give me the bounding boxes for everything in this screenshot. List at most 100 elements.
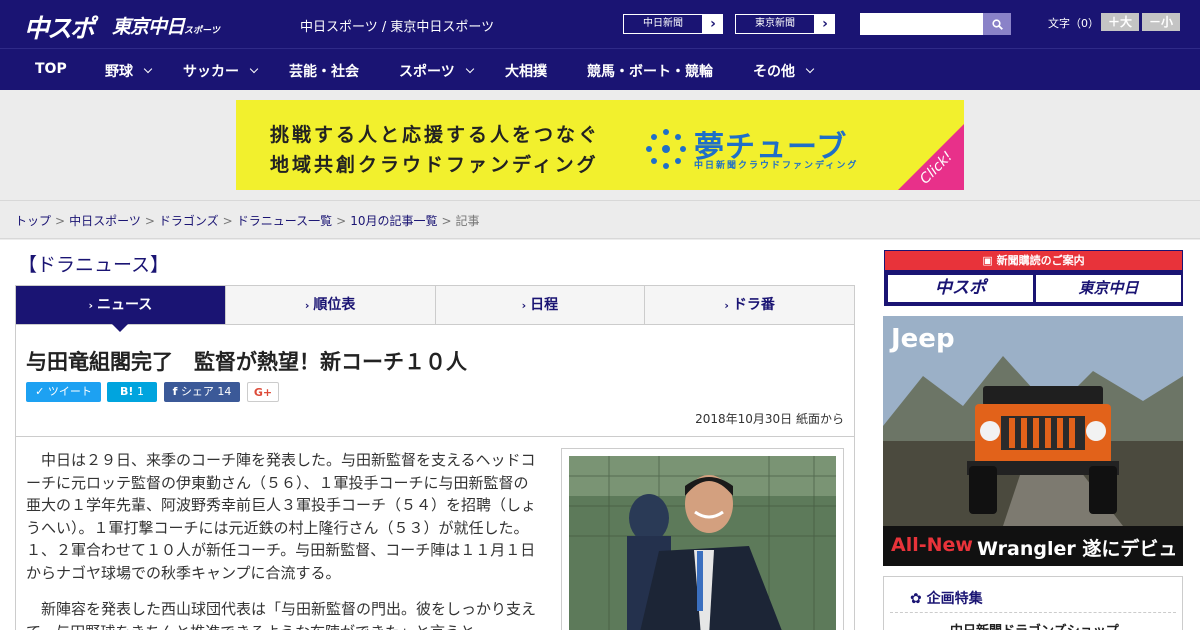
tab-label: 順位表 bbox=[313, 297, 356, 313]
hatena-icon: B! bbox=[120, 385, 134, 398]
jeep-ad-tag-b: Wrangler 遂にデビュー bbox=[977, 538, 1178, 566]
chevron-right-icon: › bbox=[88, 299, 93, 312]
fb-share-label: シェア bbox=[180, 385, 214, 398]
tab-schedule[interactable]: › 日程 bbox=[436, 286, 646, 324]
chevron-down-icon bbox=[465, 64, 474, 74]
google-plus-icon: G+ bbox=[253, 386, 273, 399]
nav-label: その他 bbox=[753, 64, 795, 80]
tab-news[interactable]: › ニュース bbox=[16, 286, 226, 332]
tweet-label: ツイート bbox=[47, 385, 92, 398]
nav-label: TOP bbox=[35, 61, 67, 77]
subscription-heading-label: 新聞購読のご案内 bbox=[996, 254, 1085, 267]
search-icon bbox=[992, 19, 1003, 30]
tokyo-chunichi-logo[interactable]: 東京中日スポーツ bbox=[112, 12, 220, 39]
nav-item-entertainment[interactable]: 芸能・社会 bbox=[289, 61, 359, 81]
jeep-logo: Jeep bbox=[891, 324, 955, 354]
google-plus-button[interactable]: G+ bbox=[247, 382, 279, 402]
tweet-button[interactable]: ✓ ツイート bbox=[26, 382, 101, 402]
site-header: 中スポ 東京中日スポーツ 中日スポーツ / 東京中日スポーツ 中日新聞 › 東京… bbox=[0, 0, 1200, 48]
nav-label: 大相撲 bbox=[505, 64, 547, 80]
breadcrumb: トップ > 中日スポーツ > ドラゴンズ > ドラニュース一覧 >10月の記事一覧 > 記事 bbox=[15, 212, 480, 229]
chevron-down-icon bbox=[249, 64, 259, 74]
breadcrumb-current: 記事 bbox=[455, 214, 480, 228]
nav-item-baseball[interactable]: 野球 bbox=[105, 61, 153, 81]
nav-label: サッカー bbox=[183, 64, 239, 80]
section-tabs: › ニュース › 順位表 › 日程 › ドラ番 bbox=[15, 285, 855, 332]
tab-standings[interactable]: › 順位表 bbox=[226, 286, 436, 324]
ribbon-icon: ✿ bbox=[910, 591, 922, 607]
global-nav: TOP 野球 サッカー 芸能・社会 スポーツ 大相撲 競馬・ボート・競輪 その他 bbox=[0, 48, 1200, 90]
breadcrumb-link-top[interactable]: トップ bbox=[15, 214, 51, 228]
ext-link-label: 東京新聞 bbox=[735, 14, 815, 34]
chevron-right-icon: › bbox=[521, 299, 527, 312]
ext-link-label: 中日新聞 bbox=[623, 14, 703, 34]
nav-item-sports[interactable]: スポーツ bbox=[399, 61, 474, 81]
article-title: 与田竜組閣完了 監督が熱望！新コーチ１０人 bbox=[26, 350, 467, 374]
jeep-ad[interactable]: Jeep All-New Wrangler 遂にデビュー bbox=[883, 316, 1183, 566]
crowdfunding-banner-ad[interactable]: 挑戦する人と応援する人をつなぐ 地域共創クラウドファンディング 夢チューブ 中日… bbox=[236, 100, 964, 190]
subscription-heading: ▣ 新聞購読のご案内 bbox=[885, 251, 1182, 270]
nav-label: 競馬・ボート・競輪 bbox=[587, 64, 713, 80]
chuspo-logo[interactable]: 中スポ bbox=[24, 9, 95, 45]
breadcrumb-separator: > bbox=[222, 214, 233, 228]
article-paragraph: 中日は２９日、来季のコーチ陣を発表した。与田新監督を支えるヘッドコーチに元ロッテ… bbox=[26, 451, 537, 582]
font-decrease-button[interactable]: －小 bbox=[1142, 13, 1180, 31]
chevron-right-icon: › bbox=[822, 16, 828, 32]
twitter-icon: ✓ bbox=[35, 385, 45, 398]
feature-title: ✿ 企画特集 bbox=[910, 588, 983, 608]
chunichi-shimbun-link[interactable]: 中日新聞 › bbox=[622, 13, 724, 35]
nav-item-soccer[interactable]: サッカー bbox=[183, 61, 259, 81]
search-button[interactable] bbox=[983, 13, 1011, 35]
article-date: 2018年10月30日 紙面から bbox=[695, 412, 844, 426]
search-input[interactable] bbox=[860, 13, 983, 35]
tab-reporters[interactable]: › ドラ番 bbox=[645, 286, 854, 324]
nav-item-sumo[interactable]: 大相撲 bbox=[505, 61, 547, 81]
breadcrumb-separator: > bbox=[55, 214, 66, 228]
jeep-ad-caption: All-New Wrangler 遂にデビュー bbox=[883, 526, 1183, 566]
tab-label: 日程 bbox=[530, 297, 559, 313]
dots-logo-icon bbox=[646, 129, 686, 169]
banner-line-2: 地域共創クラウドファンディング bbox=[270, 154, 599, 176]
chevron-right-icon: › bbox=[304, 299, 310, 312]
nav-item-top[interactable]: TOP bbox=[35, 61, 67, 77]
breadcrumb-link-chunichi-sports[interactable]: 中日スポーツ bbox=[69, 214, 141, 228]
site-name: 中日スポーツ / 東京中日スポーツ bbox=[300, 20, 495, 35]
breadcrumb-link-news-list[interactable]: ドラニュース一覧 bbox=[237, 214, 332, 228]
jeep-ad-tag-a: All-New bbox=[891, 534, 973, 556]
nav-label: 野球 bbox=[105, 64, 133, 80]
nav-item-keiba[interactable]: 競馬・ボート・競輪 bbox=[587, 61, 713, 81]
facebook-share-button[interactable]: f シェア 14 bbox=[164, 382, 240, 402]
hatena-button[interactable]: B! 1 bbox=[107, 382, 157, 402]
breadcrumb-link-dragons[interactable]: ドラゴンズ bbox=[159, 214, 219, 228]
breadcrumb-link-october[interactable]: 10月の記事一覧 bbox=[350, 214, 437, 228]
feature-item-link[interactable]: 中日新聞ドラゴンズショップ bbox=[950, 620, 1119, 630]
chuspo-subscribe-logo[interactable]: 中スポ bbox=[888, 275, 1033, 302]
font-size-label: 文字（0） bbox=[1048, 17, 1099, 30]
article-photo[interactable] bbox=[569, 456, 836, 630]
breadcrumb-separator: > bbox=[144, 214, 155, 228]
breadcrumb-separator: > bbox=[336, 214, 347, 228]
tab-label: ニュース bbox=[96, 297, 153, 313]
section-title: 【ドラニュース】 bbox=[18, 254, 170, 276]
tokyo-shimbun-link[interactable]: 東京新聞 › bbox=[734, 13, 836, 35]
chevron-right-icon: › bbox=[724, 299, 729, 312]
breadcrumb-bar: トップ > 中日スポーツ > ドラゴンズ > ドラニュース一覧 >10月の記事一覧 > 記事 bbox=[0, 200, 1200, 239]
nav-label: 芸能・社会 bbox=[289, 64, 359, 80]
newspaper-icon: ▣ bbox=[982, 254, 993, 267]
manager-photo-icon bbox=[569, 456, 836, 630]
chevron-right-icon: › bbox=[710, 16, 716, 32]
subscription-box[interactable]: ▣ 新聞購読のご案内 中スポ 東京中日 bbox=[884, 250, 1183, 306]
breadcrumb-separator: > bbox=[441, 214, 452, 228]
chevron-down-icon bbox=[143, 64, 153, 74]
article-paragraph: 新陣容を発表した西山球団代表は「与田新監督の門出。彼をしっかり支えて、与田野球を… bbox=[26, 600, 537, 630]
nav-item-other[interactable]: その他 bbox=[753, 61, 815, 81]
tokyo-logo-sub: スポーツ bbox=[184, 26, 220, 36]
font-increase-button[interactable]: ＋大 bbox=[1101, 13, 1139, 31]
chevron-down-icon bbox=[805, 64, 815, 74]
nav-label: スポーツ bbox=[399, 64, 455, 80]
divider bbox=[890, 612, 1176, 613]
banner-brand-sub: 中日新聞クラウドファンディング bbox=[694, 161, 859, 171]
banner-line-1: 挑戦する人と応援する人をつなぐ bbox=[270, 124, 601, 146]
tokyo-subscribe-logo[interactable]: 東京中日 bbox=[1036, 275, 1181, 302]
tokyo-logo-text: 東京中日 bbox=[112, 16, 185, 38]
